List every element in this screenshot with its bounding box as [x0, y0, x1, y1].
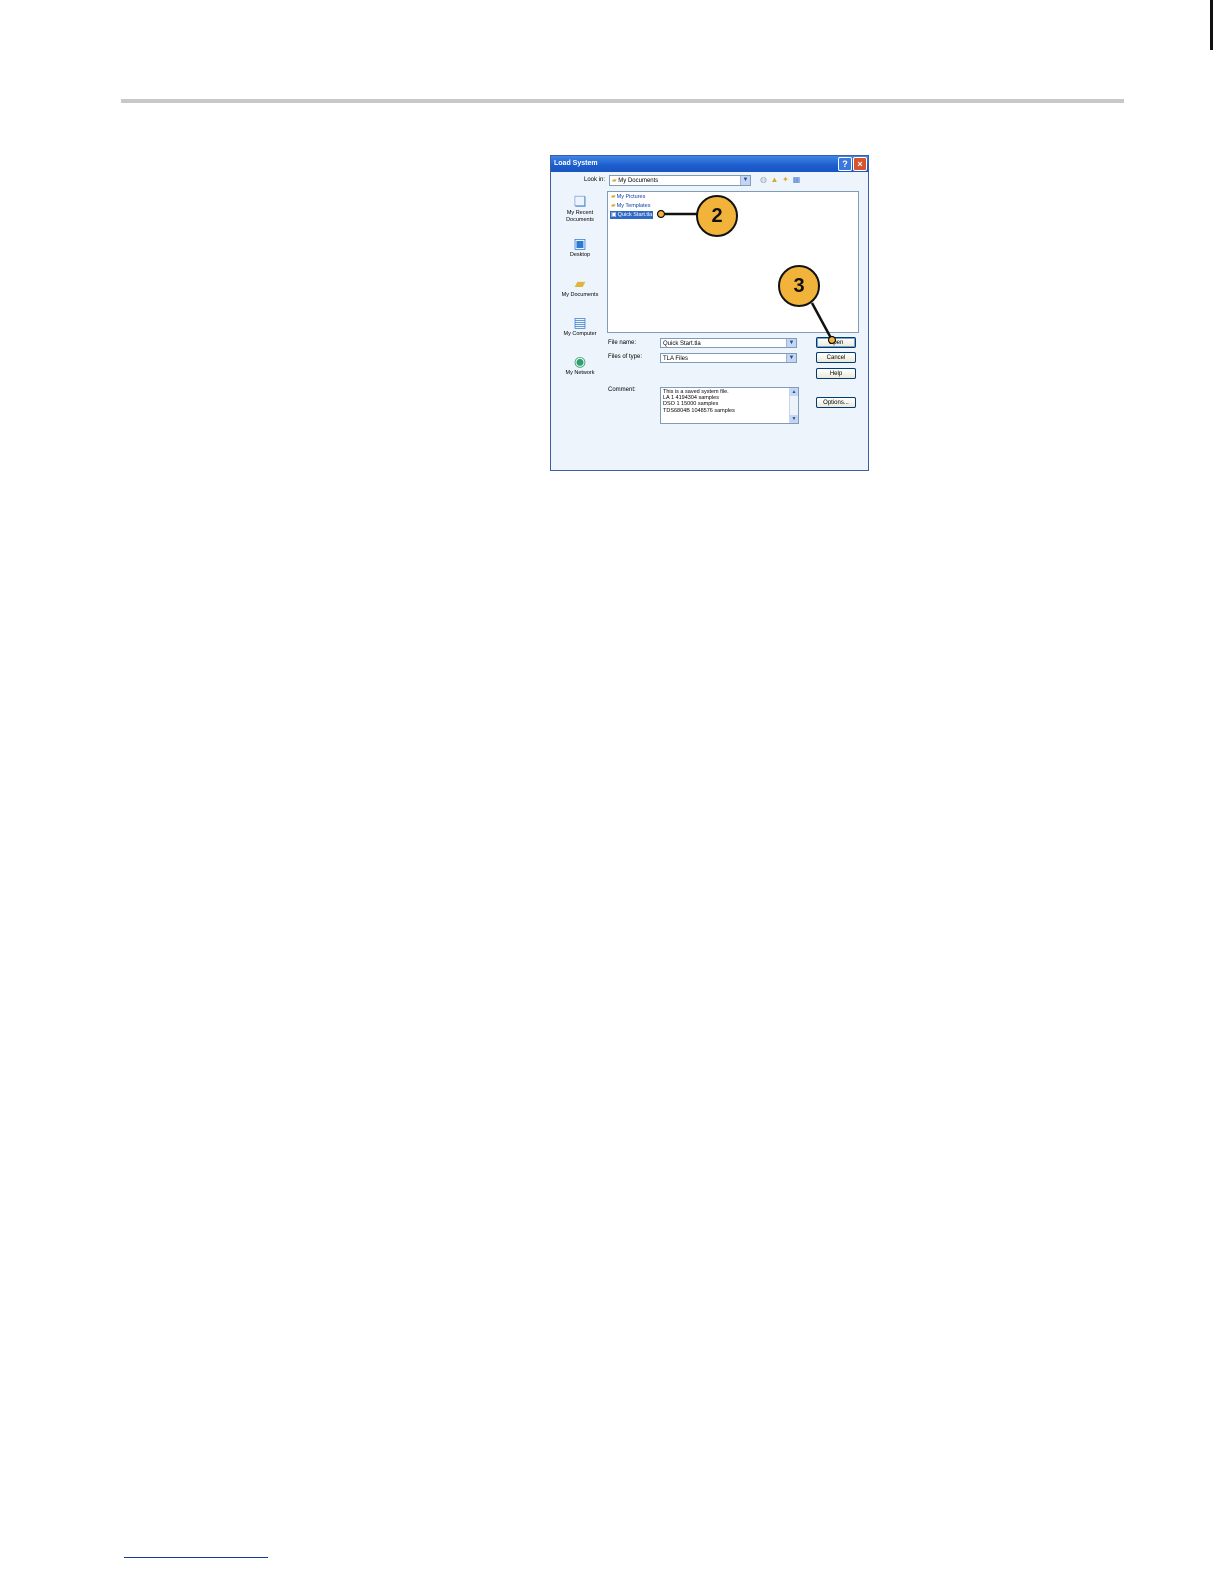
callout-2-dot [656, 209, 666, 219]
callout-3-dot [827, 335, 837, 345]
callout-3: 3 [778, 265, 820, 307]
callout-3-leader [810, 302, 834, 341]
callout-2: 2 [696, 195, 738, 237]
callout-leaders [656, 209, 837, 345]
footer-rule [124, 1557, 268, 1558]
